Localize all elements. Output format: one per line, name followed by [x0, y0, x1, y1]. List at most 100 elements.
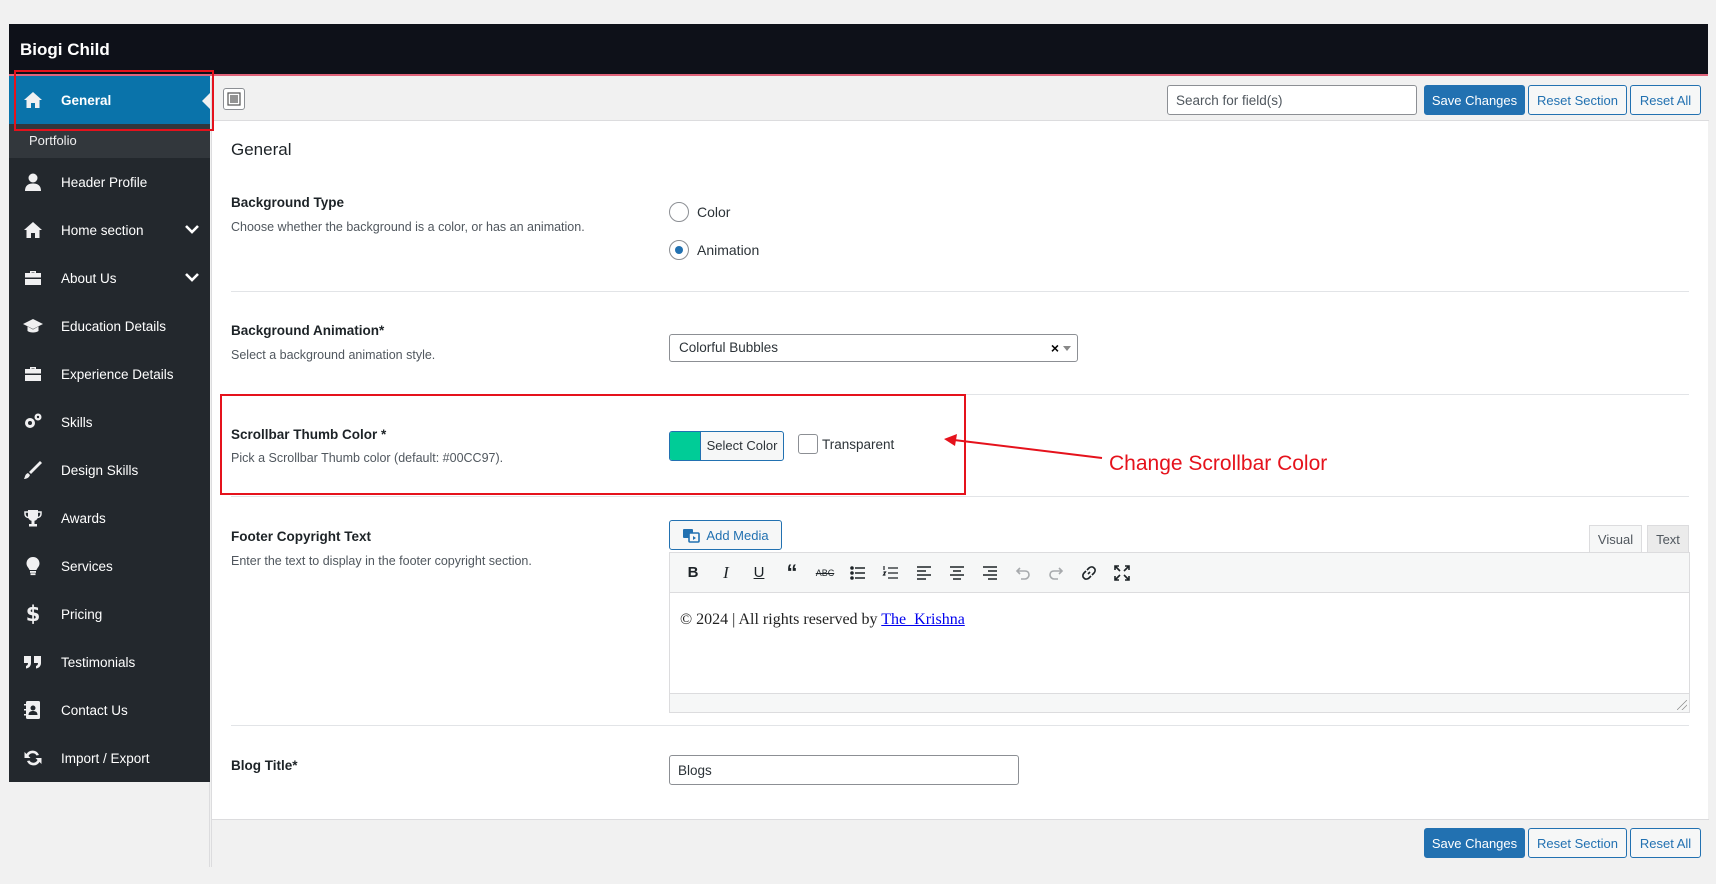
divider	[231, 394, 1689, 395]
search-input[interactable]	[1167, 85, 1417, 115]
checkbox-label: Transparent	[822, 436, 895, 452]
blockquote-icon[interactable]: “	[777, 558, 807, 588]
italic-icon[interactable]: I	[711, 558, 741, 588]
redo-icon[interactable]	[1041, 558, 1071, 588]
field-title-footer-copyright: Footer Copyright Text	[231, 529, 371, 544]
reset-all-button[interactable]: Reset All	[1630, 828, 1701, 858]
sidebar-footer	[9, 782, 210, 867]
field-desc-footer-copyright: Enter the text to display in the footer …	[231, 554, 532, 568]
link-icon[interactable]	[1074, 558, 1104, 588]
field-desc-background-animation: Select a background animation style.	[231, 348, 436, 362]
reset-section-button[interactable]: Reset Section	[1528, 828, 1627, 858]
sidebar-item-design-skills[interactable]: Design Skills	[9, 446, 210, 494]
sidebar-item-services[interactable]: Services	[9, 542, 210, 590]
sidebar-item-education-details[interactable]: Education Details	[9, 302, 210, 350]
dropdown-arrow-icon[interactable]	[1063, 346, 1071, 351]
tab-text[interactable]: Text	[1647, 525, 1689, 553]
top-toolbar: Save Changes Reset Section Reset All	[212, 78, 1709, 121]
add-media-button[interactable]: Add Media	[669, 520, 782, 550]
sidebar-item-skills[interactable]: Skills	[9, 398, 210, 446]
radio-button[interactable]	[669, 240, 689, 260]
editor-statusbar	[670, 693, 1689, 712]
briefcase-icon	[22, 363, 44, 385]
copyright-text: © 2024 | All rights reserved by	[680, 611, 882, 628]
sidebar-item-label: Import / Export	[61, 750, 150, 766]
expand-options-button[interactable]	[223, 88, 245, 110]
field-title-background-type: Background Type	[231, 195, 345, 210]
list-icon	[227, 92, 241, 106]
color-swatch	[670, 432, 701, 460]
sidebar: General Portfolio Header Profile Home se…	[9, 76, 210, 782]
sidebar-item-testimonials[interactable]: Testimonials	[9, 638, 210, 686]
undo-icon[interactable]	[1008, 558, 1038, 588]
field-desc-scrollbar-color: Pick a Scrollbar Thumb color (default: #…	[231, 451, 504, 465]
sidebar-item-general[interactable]: General	[9, 76, 210, 124]
brush-icon	[22, 459, 44, 481]
sidebar-item-pricing[interactable]: $ Pricing	[9, 590, 210, 638]
strikethrough-icon[interactable]: ABC	[810, 558, 840, 588]
transparent-checkbox[interactable]	[798, 434, 818, 454]
blog-title-input[interactable]	[669, 755, 1019, 785]
divider	[231, 496, 1689, 497]
home-icon	[22, 89, 44, 111]
field-desc-background-type: Choose whether the background is a color…	[231, 220, 585, 234]
reset-all-button[interactable]: Reset All	[1630, 85, 1701, 115]
bold-icon[interactable]: B	[678, 558, 708, 588]
sidebar-item-contact-us[interactable]: Contact Us	[9, 686, 210, 734]
author-link[interactable]: The_Krishna	[881, 611, 965, 628]
app-title: Biogi Child	[20, 40, 110, 59]
underline-icon[interactable]: U	[744, 558, 774, 588]
tab-visual[interactable]: Visual	[1589, 525, 1642, 553]
fullscreen-icon[interactable]	[1107, 558, 1137, 588]
annotation-label: Change Scrollbar Color	[1109, 452, 1328, 475]
add-media-label: Add Media	[706, 527, 769, 543]
bullet-list-icon[interactable]	[843, 558, 873, 588]
numbered-list-icon[interactable]	[876, 558, 906, 588]
app-header: Biogi Child	[9, 24, 1708, 76]
align-right-icon[interactable]	[975, 558, 1005, 588]
save-changes-button[interactable]: Save Changes	[1424, 828, 1525, 858]
chevron-down-icon[interactable]	[184, 221, 200, 240]
sidebar-item-header-profile[interactable]: Header Profile	[9, 158, 210, 206]
divider	[231, 291, 1689, 292]
sidebar-item-label: Design Skills	[61, 462, 139, 478]
trophy-icon	[22, 507, 44, 529]
background-animation-select[interactable]: Colorful Bubbles ×	[669, 334, 1078, 362]
briefcase-icon	[22, 267, 44, 289]
radio-color[interactable]: Color	[669, 202, 730, 222]
radio-label: Animation	[697, 242, 760, 258]
clear-icon[interactable]: ×	[1051, 335, 1059, 361]
sidebar-item-label: Awards	[61, 510, 106, 526]
sidebar-item-experience-details[interactable]: Experience Details	[9, 350, 210, 398]
transparent-checkbox-row[interactable]: Transparent	[798, 434, 894, 454]
sidebar-item-label: Skills	[61, 414, 93, 430]
sidebar-item-import-export[interactable]: Import / Export	[9, 734, 210, 782]
radio-animation[interactable]: Animation	[669, 240, 759, 260]
resize-handle-icon[interactable]	[1677, 700, 1687, 710]
sidebar-item-label: Home section	[61, 222, 144, 238]
sidebar-item-home-section[interactable]: Home section	[9, 206, 210, 254]
sidebar-subitem-portfolio[interactable]: Portfolio	[9, 124, 210, 158]
editor-content[interactable]: © 2024 | All rights reserved by The_Kris…	[670, 593, 1689, 693]
sidebar-item-awards[interactable]: Awards	[9, 494, 210, 542]
radio-label: Color	[697, 204, 731, 220]
align-center-icon[interactable]	[942, 558, 972, 588]
graduation-cap-icon	[22, 315, 44, 337]
align-left-icon[interactable]	[909, 558, 939, 588]
field-title-scrollbar-color: Scrollbar Thumb Color *	[231, 427, 387, 442]
select-color-button[interactable]: Select Color	[669, 431, 784, 461]
sidebar-item-label: Testimonials	[61, 654, 136, 670]
editor-toolbar: B I U “ ABC	[670, 553, 1689, 593]
rich-text-editor: B I U “ ABC © 2024 | All rights reserved…	[669, 552, 1690, 713]
field-title-blog-title: Blog Title*	[231, 758, 298, 773]
radio-button[interactable]	[669, 202, 689, 222]
sidebar-item-label: About Us	[61, 270, 117, 286]
sidebar-item-about-us[interactable]: About Us	[9, 254, 210, 302]
annotation-arrow-icon	[944, 434, 1103, 459]
reset-section-button[interactable]: Reset Section	[1528, 85, 1627, 115]
sidebar-item-label: Services	[61, 558, 113, 574]
select-value: Colorful Bubbles	[679, 340, 779, 355]
chevron-down-icon[interactable]	[184, 269, 200, 288]
field-title-background-animation: Background Animation*	[231, 323, 385, 338]
save-changes-button[interactable]: Save Changes	[1424, 85, 1525, 115]
